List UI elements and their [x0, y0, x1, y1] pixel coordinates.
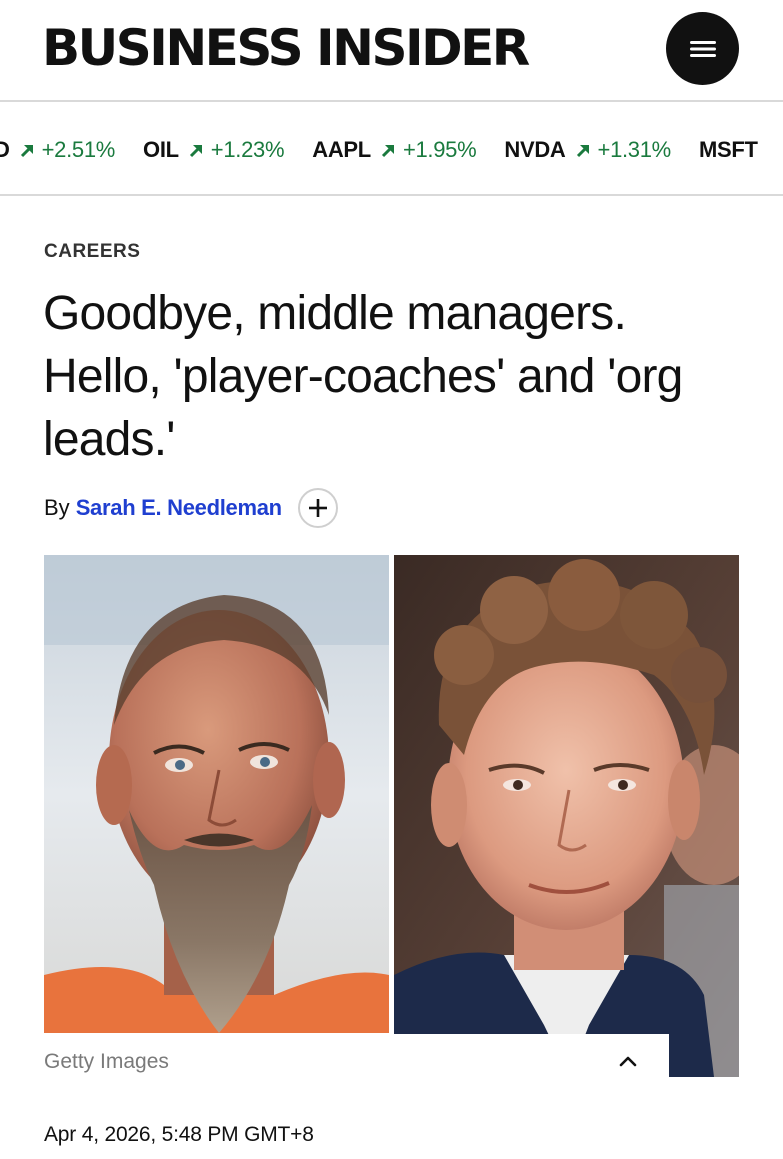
ticker-item[interactable]: NVDA +1.31%: [504, 137, 671, 163]
article-hero-image: [44, 555, 739, 1077]
ticker-track: D +2.51% OIL +1.23% AAPL +1.95% NVDA +1.31% MSFT: [0, 104, 783, 194]
author-link[interactable]: Sarah E. Needleman: [76, 495, 282, 521]
site-logo[interactable]: BUSINESS INSIDER: [42, 20, 530, 76]
site-header: BUSINESS INSIDER: [0, 0, 783, 102]
byline-prefix: By: [44, 495, 70, 520]
ticker-symbol: OIL: [143, 137, 179, 162]
ticker-change: +1.95%: [402, 137, 477, 162]
ticker-change: +1.23%: [210, 137, 285, 162]
byline: By Sarah E. Needleman: [44, 488, 338, 528]
ticker-change: +1.31%: [597, 137, 672, 162]
photo-portrait-right: [394, 555, 739, 1077]
arrow-up-right-icon: [381, 144, 394, 158]
ticker-symbol: NVDA: [504, 137, 566, 162]
market-ticker: D +2.51% OIL +1.23% AAPL +1.95% NVDA +1.31% MSFT: [0, 104, 783, 196]
ticker-item[interactable]: D +2.51%: [0, 137, 115, 163]
menu-button[interactable]: [666, 12, 739, 85]
ticker-item[interactable]: AAPL +1.95%: [312, 137, 476, 163]
article-category[interactable]: CAREERS: [44, 241, 140, 263]
publish-date: Apr 4, 2026, 5:48 PM GMT+8: [44, 1123, 314, 1146]
follow-author-button[interactable]: [297, 488, 338, 528]
arrow-up-right-icon: [576, 144, 589, 158]
photo-portrait-left: [44, 555, 389, 1033]
ticker-item[interactable]: MSFT: [699, 137, 766, 163]
caption-collapse-button[interactable]: [612, 1045, 644, 1077]
image-caption: Getty Images: [44, 1050, 169, 1073]
arrow-up-right-icon: [189, 144, 202, 158]
hamburger-menu-icon: [689, 40, 716, 57]
chevron-up-icon: [619, 1056, 637, 1067]
ticker-item[interactable]: OIL +1.23%: [143, 137, 285, 163]
article-headline: Goodbye, middle managers. Hello, 'player…: [43, 287, 683, 466]
ticker-symbol: D: [0, 137, 10, 163]
plus-icon: [308, 499, 327, 517]
arrow-up-right-icon: [20, 144, 33, 158]
ticker-change: +2.51%: [41, 137, 116, 162]
ticker-symbol: AAPL: [312, 137, 371, 162]
ticker-symbol: MSFT: [698, 137, 758, 162]
